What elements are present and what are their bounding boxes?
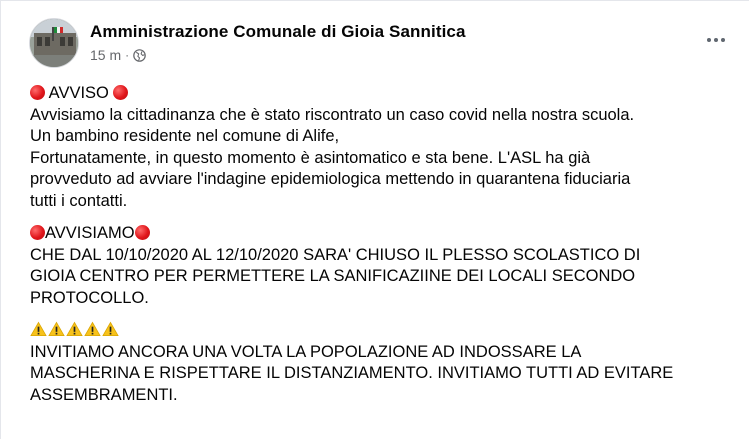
warning-icon: [102, 321, 119, 336]
post-text-line: MASCHERINA E RISPETTARE IL DISTANZIAMENT…: [30, 364, 674, 382]
post-header: Amministrazione Comunale di Gioia Sannit…: [29, 18, 729, 74]
paragraph-avvisiamo: AVVISIAMO CHE DAL 10/10/2020 AL 12/10/20…: [30, 223, 739, 309]
page-avatar[interactable]: [29, 18, 79, 68]
post-text-line: Un bambino residente nel comune di Alife…: [30, 127, 340, 145]
post-text-line: PROTOCOLLO.: [30, 288, 149, 307]
post-text-line: INVITIAMO ANCORA UNA VOLTA LA POPOLAZION…: [30, 342, 582, 361]
paragraph-invito: INVITIAMO ANCORA UNA VOLTA LA POPOLAZION…: [30, 320, 739, 406]
post-text-line: Avvisiamo la cittadinanza che è stato ri…: [30, 105, 635, 124]
more-options-icon[interactable]: [703, 30, 729, 50]
post-text-line: tutti i contatti.: [30, 191, 128, 210]
avviso-title: AVVISO: [45, 84, 114, 102]
red-circle-icon: [30, 225, 45, 240]
post-meta: 15 m ·: [90, 47, 146, 63]
warning-icon: [30, 321, 47, 336]
red-circle-icon: [134, 225, 150, 240]
post-text-line: CHE DAL 10/10/2020 AL 12/10/2020 SARA' C…: [30, 245, 641, 264]
red-circle-icon: [30, 85, 45, 100]
red-circle-icon: [113, 85, 129, 100]
avvisiamo-heading: AVVISIAMO: [30, 223, 739, 245]
post-author[interactable]: Amministrazione Comunale di Gioia Sannit…: [90, 22, 466, 42]
facebook-post: Amministrazione Comunale di Gioia Sannit…: [0, 0, 749, 439]
warning-icon: [84, 321, 101, 336]
avviso-heading: AVVISO: [30, 83, 739, 105]
post-text-line: GIOIA CENTRO PER PERMETTERE LA SANIFICAZ…: [30, 267, 636, 285]
paragraph-avviso: AVVISO Avvisiamo la cittadinanza che è s…: [30, 83, 739, 212]
avatar-image: [30, 19, 78, 67]
post-text-line: provveduto ad avviare l'indagine epidemi…: [30, 170, 631, 188]
post-text-line: Fortunatamente, in questo momento è asin…: [30, 148, 591, 167]
warning-icon: [66, 321, 83, 336]
post-timestamp[interactable]: 15 m: [90, 47, 121, 63]
warning-icon: [48, 321, 65, 336]
globe-icon[interactable]: [133, 48, 146, 62]
post-body: AVVISO Avvisiamo la cittadinanza che è s…: [30, 83, 739, 417]
meta-separator: ·: [125, 48, 130, 62]
warning-icons-row: [30, 320, 739, 342]
avvisiamo-title: AVVISIAMO: [45, 224, 135, 242]
post-text-line: ASSEMBRAMENTI.: [30, 385, 178, 404]
